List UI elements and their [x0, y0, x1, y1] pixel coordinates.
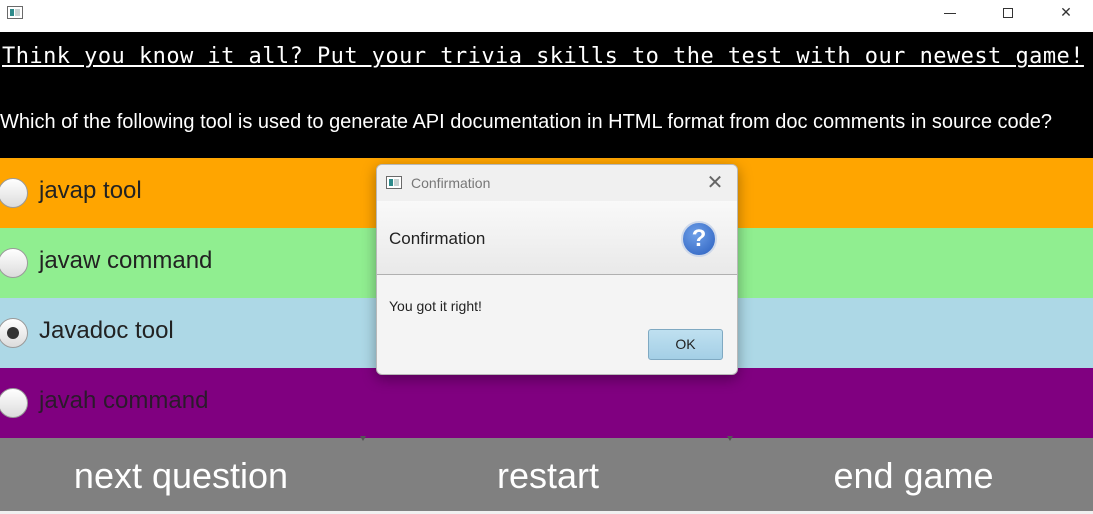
minimize-icon — [944, 13, 956, 14]
button-divider-notch — [360, 436, 366, 441]
option-radio-4[interactable] — [0, 388, 28, 418]
option-label-1: javap tool — [39, 177, 142, 204]
option-label-3: Javadoc tool — [39, 317, 174, 344]
app-window-icon — [386, 176, 402, 189]
question-icon: ? — [681, 221, 717, 257]
ok-button[interactable]: OK — [648, 329, 723, 360]
maximize-icon — [1003, 8, 1013, 18]
dialog-header-text: Confirmation — [389, 229, 486, 248]
app-window-icon — [7, 6, 23, 19]
dialog-message: You got it right! — [389, 298, 482, 314]
dialog-title: Confirmation — [411, 175, 491, 191]
close-icon: ✕ — [1060, 5, 1072, 21]
next-question-button[interactable]: next question — [0, 438, 362, 511]
window-close-button[interactable]: ✕ — [1043, 0, 1089, 28]
confirmation-dialog: Confirmation ✕ Confirmation ? You got it… — [376, 164, 738, 375]
question-text: Which of the following tool is used to g… — [0, 111, 1053, 133]
maximize-button[interactable] — [985, 0, 1031, 28]
dialog-titlebar: Confirmation ✕ — [377, 165, 737, 201]
option-label-2: javaw command — [39, 247, 213, 274]
end-game-button[interactable]: end game — [734, 438, 1093, 511]
dialog-header: Confirmation ? — [377, 201, 737, 275]
option-row-4[interactable]: javah command — [0, 368, 1093, 438]
tagline: Think you know it all? Put your trivia s… — [2, 44, 1084, 69]
option-label-4: javah command — [39, 387, 209, 414]
restart-button[interactable]: restart — [366, 438, 730, 511]
option-radio-3[interactable] — [0, 318, 28, 348]
dialog-close-icon[interactable]: ✕ — [703, 171, 727, 195]
window-titlebar: ✕ — [0, 0, 1093, 32]
option-radio-2[interactable] — [0, 248, 28, 278]
button-divider-notch — [727, 436, 733, 441]
option-radio-1[interactable] — [0, 178, 28, 208]
minimize-button[interactable] — [927, 0, 973, 28]
